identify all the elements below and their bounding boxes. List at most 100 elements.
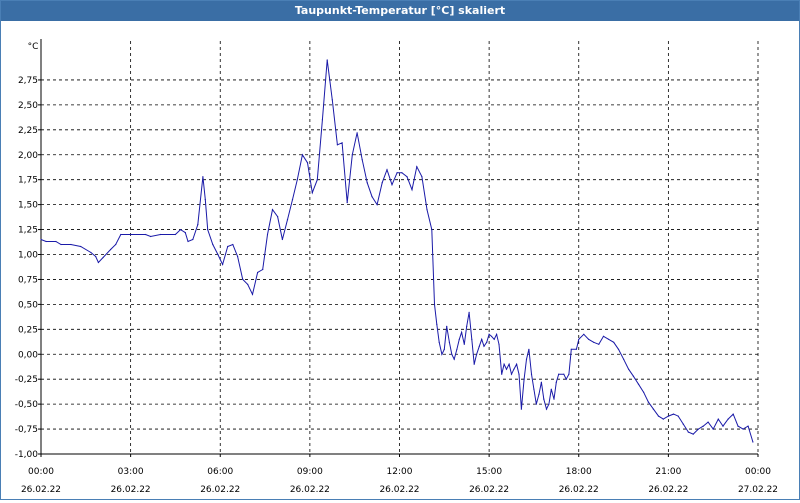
data-point — [316, 179, 318, 181]
data-point — [732, 413, 734, 415]
data-point — [466, 325, 468, 327]
data-point — [426, 209, 428, 211]
data-point — [204, 199, 206, 201]
data-point — [608, 338, 610, 340]
y-tick-label: 0,25 — [18, 325, 38, 335]
x-tick-time-label: 00:00 — [28, 467, 54, 477]
y-tick-label: -0,50 — [15, 400, 39, 410]
data-point — [448, 341, 450, 343]
data-point — [55, 240, 57, 243]
data-point — [510, 373, 513, 375]
data-point — [516, 363, 518, 365]
data-point — [602, 335, 605, 337]
data-point — [396, 172, 398, 174]
data-point — [471, 338, 473, 340]
y-tick-label: 2,25 — [18, 126, 38, 136]
data-point — [346, 202, 348, 204]
x-tick-date-label: 26.02.22 — [379, 485, 419, 495]
data-point — [159, 233, 162, 236]
data-point — [535, 403, 537, 405]
data-point — [411, 189, 413, 191]
y-tick-label: 0,75 — [18, 275, 38, 285]
x-tick-time-label: 15:00 — [476, 467, 502, 477]
x-tick-time-label: 06:00 — [207, 467, 233, 477]
data-point — [247, 283, 249, 285]
data-point — [652, 408, 655, 410]
data-point — [555, 381, 557, 383]
data-point — [207, 229, 209, 231]
data-point — [503, 363, 505, 365]
data-point — [80, 245, 82, 248]
data-point — [747, 425, 749, 427]
data-point — [301, 154, 303, 156]
data-point — [578, 338, 580, 340]
data-point — [692, 433, 694, 435]
data-point — [508, 363, 510, 365]
data-point — [110, 248, 112, 251]
x-tick-date-label: 26.02.22 — [559, 485, 599, 495]
chart-canvas: °C 2,75 2,50 2,25 2,00 1,75 1,50 1,25 1,00 0,75 0… — [15, 39, 778, 495]
data-point — [326, 59, 328, 61]
data-point — [575, 348, 578, 350]
data-point — [518, 373, 520, 375]
data-point — [623, 358, 625, 360]
data-point — [568, 373, 570, 375]
data-point — [473, 363, 475, 365]
y-tick-label: 2,50 — [18, 101, 38, 111]
data-point — [356, 132, 358, 134]
data-point — [237, 255, 239, 258]
data-point — [197, 224, 199, 226]
data-point — [187, 240, 189, 243]
x-tick-time-label: 09:00 — [297, 467, 323, 477]
x-tick-time-label: 12:00 — [387, 467, 413, 477]
data-point — [227, 245, 229, 248]
data-point — [565, 378, 567, 380]
data-point — [341, 142, 343, 144]
data-point — [130, 233, 132, 236]
data-point — [550, 388, 552, 390]
data-point — [570, 348, 572, 350]
window-title: Taupunkt-Temperatur [°C] skaliert — [1, 1, 799, 21]
data-point — [702, 425, 704, 427]
data-point — [543, 398, 545, 400]
data-point — [643, 391, 645, 393]
data-point — [727, 418, 729, 420]
data-point — [145, 233, 147, 236]
data-point — [232, 243, 234, 246]
data-point — [523, 378, 525, 380]
data-point — [456, 348, 458, 350]
data-point — [476, 353, 478, 355]
data-point — [45, 240, 47, 243]
x-tick-time-label: 18:00 — [566, 467, 592, 477]
data-point — [530, 373, 533, 375]
y-tick-label: 2,00 — [18, 151, 38, 161]
x-tick-date-label: 27.02.22 — [738, 485, 778, 495]
data-point — [525, 358, 528, 360]
data-point — [441, 353, 443, 355]
data-point — [371, 196, 373, 198]
data-point — [296, 179, 298, 181]
x-tick-date-label: 26.02.22 — [648, 485, 688, 495]
y-tick-label: 2,75 — [18, 76, 38, 86]
data-point — [637, 383, 640, 385]
data-point — [60, 243, 62, 246]
data-point — [102, 256, 104, 259]
data-point — [468, 311, 470, 313]
data-point — [386, 169, 388, 171]
data-point — [545, 408, 548, 410]
data-point — [115, 243, 117, 246]
data-point — [150, 235, 152, 238]
data-point — [672, 413, 675, 415]
data-point — [451, 353, 453, 355]
y-tick-label: 1,00 — [18, 251, 38, 261]
data-point — [351, 154, 353, 156]
x-tick-date-label: 26.02.22 — [469, 485, 509, 495]
data-point — [202, 176, 204, 178]
x-tick-time-label: 03:00 — [118, 467, 144, 477]
data-point — [436, 323, 438, 325]
data-point — [496, 333, 498, 335]
data-point — [262, 268, 264, 271]
data-point — [697, 428, 699, 430]
data-point — [563, 373, 565, 375]
data-point — [433, 303, 436, 305]
